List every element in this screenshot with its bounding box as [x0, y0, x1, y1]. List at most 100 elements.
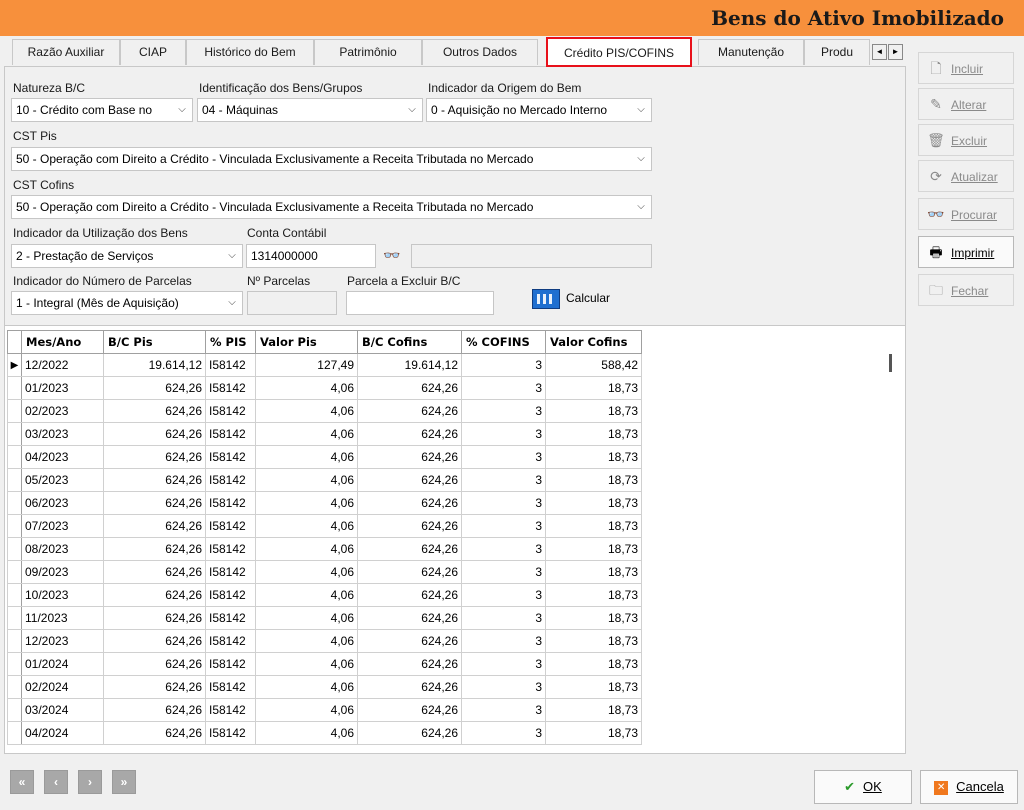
table-row[interactable]: 04/2023 624,26 I58142 4,06 624,26 3 18,73: [7, 445, 642, 469]
cell-valor-pis[interactable]: 4,06: [255, 560, 358, 584]
cell-mes-ano[interactable]: 06/2023: [21, 491, 104, 515]
cell-mes-ano[interactable]: 02/2024: [21, 675, 104, 699]
excluir-button[interactable]: 🗑 Excluir: [918, 124, 1014, 156]
cell-pct-pis[interactable]: I58142: [205, 629, 256, 653]
cell-bc-pis[interactable]: 624,26: [103, 376, 206, 400]
table-row[interactable]: 01/2024 624,26 I58142 4,06 624,26 3 18,73: [7, 652, 642, 676]
tab-outros-dados[interactable]: Outros Dados: [422, 39, 538, 65]
cell-pct-pis[interactable]: I58142: [205, 675, 256, 699]
col-bc-pis[interactable]: B/C Pis: [103, 330, 206, 354]
cell-pct-pis[interactable]: I58142: [205, 698, 256, 722]
tab-razao-auxiliar[interactable]: Razão Auxiliar: [12, 39, 120, 65]
cell-pct-pis[interactable]: I58142: [205, 537, 256, 561]
col-valor-cofins[interactable]: Valor Cofins: [545, 330, 642, 354]
cell-valor-pis[interactable]: 4,06: [255, 514, 358, 538]
cell-mes-ano[interactable]: 10/2023: [21, 583, 104, 607]
table-row[interactable]: 04/2024 624,26 I58142 4,06 624,26 3 18,73: [7, 721, 642, 745]
cell-bc-cofins[interactable]: 624,26: [357, 652, 462, 676]
table-row[interactable]: 08/2023 624,26 I58142 4,06 624,26 3 18,73: [7, 537, 642, 561]
prev-record-button[interactable]: ‹: [44, 770, 68, 794]
cell-bc-pis[interactable]: 624,26: [103, 399, 206, 423]
cell-pct-cofins[interactable]: 3: [461, 514, 546, 538]
cell-bc-cofins[interactable]: 624,26: [357, 399, 462, 423]
cell-valor-cofins[interactable]: 18,73: [545, 721, 642, 745]
procurar-button[interactable]: 👓 Procurar: [918, 198, 1014, 230]
identificacao-combo[interactable]: 04 - Máquinas ⌵: [197, 98, 423, 122]
cell-valor-pis[interactable]: 4,06: [255, 606, 358, 630]
cell-valor-cofins[interactable]: 18,73: [545, 445, 642, 469]
table-row[interactable]: 09/2023 624,26 I58142 4,06 624,26 3 18,73: [7, 560, 642, 584]
table-row[interactable]: 06/2023 624,26 I58142 4,06 624,26 3 18,73: [7, 491, 642, 515]
table-row[interactable]: 07/2023 624,26 I58142 4,06 624,26 3 18,73: [7, 514, 642, 538]
cell-bc-cofins[interactable]: 624,26: [357, 629, 462, 653]
cell-pct-cofins[interactable]: 3: [461, 629, 546, 653]
col-bc-cofins[interactable]: B/C Cofins: [357, 330, 462, 354]
cell-bc-cofins[interactable]: 624,26: [357, 721, 462, 745]
cell-pct-pis[interactable]: I58142: [205, 606, 256, 630]
cell-pct-pis[interactable]: I58142: [205, 376, 256, 400]
cell-valor-pis[interactable]: 4,06: [255, 376, 358, 400]
cell-bc-pis[interactable]: 624,26: [103, 652, 206, 676]
tab-scroll-left-button[interactable]: ◄: [872, 44, 887, 60]
cell-pct-pis[interactable]: I58142: [205, 721, 256, 745]
cell-valor-pis[interactable]: 4,06: [255, 721, 358, 745]
cell-bc-cofins[interactable]: 624,26: [357, 606, 462, 630]
cell-pct-cofins[interactable]: 3: [461, 491, 546, 515]
cell-valor-cofins[interactable]: 18,73: [545, 399, 642, 423]
cell-valor-cofins[interactable]: 18,73: [545, 376, 642, 400]
cell-bc-pis[interactable]: 624,26: [103, 422, 206, 446]
atualizar-button[interactable]: ⟳ Atualizar: [918, 160, 1014, 192]
cancel-button[interactable]: ✕ Cancela: [920, 770, 1018, 804]
cell-pct-cofins[interactable]: 3: [461, 399, 546, 423]
cell-pct-pis[interactable]: I58142: [205, 468, 256, 492]
cell-pct-pis[interactable]: I58142: [205, 560, 256, 584]
cell-mes-ano[interactable]: 07/2023: [21, 514, 104, 538]
cell-mes-ano[interactable]: 12/2022: [21, 353, 104, 377]
tab-patrimonio[interactable]: Patrimônio: [314, 39, 422, 65]
cell-mes-ano[interactable]: 04/2024: [21, 721, 104, 745]
cell-bc-cofins[interactable]: 624,26: [357, 560, 462, 584]
origem-combo[interactable]: 0 - Aquisição no Mercado Interno ⌵: [426, 98, 652, 122]
cell-valor-pis[interactable]: 4,06: [255, 491, 358, 515]
cell-valor-pis[interactable]: 4,06: [255, 629, 358, 653]
cell-mes-ano[interactable]: 08/2023: [21, 537, 104, 561]
next-record-button[interactable]: ›: [78, 770, 102, 794]
cell-mes-ano[interactable]: 01/2023: [21, 376, 104, 400]
cell-valor-cofins[interactable]: 18,73: [545, 583, 642, 607]
imprimir-button[interactable]: 🖶 Imprimir: [918, 236, 1014, 268]
cell-bc-pis[interactable]: 624,26: [103, 629, 206, 653]
cell-valor-cofins[interactable]: 18,73: [545, 629, 642, 653]
cell-pct-pis[interactable]: I58142: [205, 445, 256, 469]
cell-valor-cofins[interactable]: 18,73: [545, 675, 642, 699]
cell-mes-ano[interactable]: 01/2024: [21, 652, 104, 676]
table-row[interactable]: 01/2023 624,26 I58142 4,06 624,26 3 18,73: [7, 376, 642, 400]
installments-grid[interactable]: Mes/Ano B/C Pis % PIS Valor Pis B/C Cofi…: [5, 325, 905, 753]
tab-historico-do-bem[interactable]: Histórico do Bem: [186, 39, 314, 65]
table-row[interactable]: 03/2023 624,26 I58142 4,06 624,26 3 18,73: [7, 422, 642, 446]
cell-valor-cofins[interactable]: 18,73: [545, 606, 642, 630]
cell-pct-cofins[interactable]: 3: [461, 675, 546, 699]
col-valor-pis[interactable]: Valor Pis: [255, 330, 358, 354]
cell-bc-pis[interactable]: 624,26: [103, 445, 206, 469]
tab-scroll-right-button[interactable]: ►: [888, 44, 903, 60]
tab-ciap[interactable]: CIAP: [120, 39, 186, 65]
cell-valor-pis[interactable]: 4,06: [255, 675, 358, 699]
cell-pct-pis[interactable]: I58142: [205, 514, 256, 538]
cell-valor-pis[interactable]: 4,06: [255, 422, 358, 446]
cell-pct-cofins[interactable]: 3: [461, 606, 546, 630]
cell-bc-cofins[interactable]: 624,26: [357, 422, 462, 446]
cell-valor-pis[interactable]: 4,06: [255, 583, 358, 607]
table-row[interactable]: 03/2024 624,26 I58142 4,06 624,26 3 18,73: [7, 698, 642, 722]
last-record-button[interactable]: »: [112, 770, 136, 794]
incluir-button[interactable]: 🗋 Incluir: [918, 52, 1014, 84]
cst-pis-combo[interactable]: 50 - Operação com Direito a Crédito - Vi…: [11, 147, 652, 171]
cell-pct-cofins[interactable]: 3: [461, 721, 546, 745]
calcular-button[interactable]: Calcular: [532, 286, 610, 310]
cell-valor-cofins[interactable]: 18,73: [545, 652, 642, 676]
cell-mes-ano[interactable]: 03/2023: [21, 422, 104, 446]
table-row[interactable]: 02/2024 624,26 I58142 4,06 624,26 3 18,73: [7, 675, 642, 699]
num-parcelas-ind-combo[interactable]: 1 - Integral (Mês de Aquisição) ⌵: [11, 291, 243, 315]
cell-valor-pis[interactable]: 4,06: [255, 399, 358, 423]
cell-bc-cofins[interactable]: 624,26: [357, 698, 462, 722]
cell-bc-pis[interactable]: 624,26: [103, 721, 206, 745]
